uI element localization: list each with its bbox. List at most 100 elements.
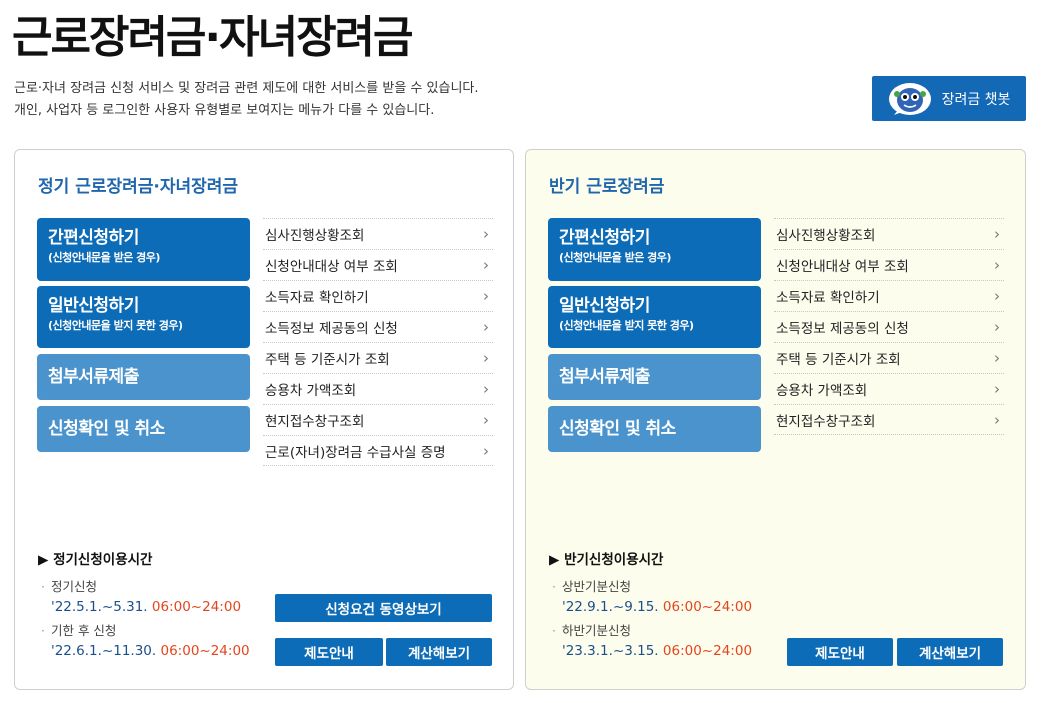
- general-apply-sublabel: (신청안내문을 받지 못한 경우): [48, 319, 183, 332]
- chevron-right-icon: ›: [483, 411, 489, 429]
- regular-incentive-panel: 정기 근로장려금·자녀장려금 간편신청하기 (신청안내문을 받은 경우) 일반신…: [14, 149, 514, 690]
- easy-apply-button[interactable]: 간편신청하기 (신청안내문을 받은 경우): [548, 218, 761, 281]
- semiannual-incentive-panel: 반기 근로장려금 간편신청하기 (신청안내문을 받은 경우) 일반신청하기 (신…: [525, 149, 1026, 690]
- confirm-cancel-label: 신청확인 및 취소: [559, 419, 676, 439]
- attach-docs-label: 첨부서류제출: [48, 367, 139, 387]
- link-receipt-certificate[interactable]: 근로(자녀)장려금 수급사실 증명 ›: [263, 435, 493, 466]
- calculate-button[interactable]: 계산해보기: [386, 638, 492, 666]
- bullet-icon: ·: [41, 579, 45, 594]
- triangle-right-icon: ▶: [549, 552, 565, 568]
- link-label: 소득자료 확인하기: [776, 290, 880, 306]
- usage-time: 06:00~24:00: [662, 643, 753, 659]
- chevron-right-icon: ›: [994, 349, 1000, 367]
- link-info-consent[interactable]: 소득정보 제공동의 신청 ›: [774, 311, 1004, 342]
- easy-apply-label: 간편신청하기: [48, 228, 139, 248]
- chevron-right-icon: ›: [483, 225, 489, 243]
- confirm-cancel-button[interactable]: 신청확인 및 취소: [37, 406, 250, 452]
- general-apply-label: 일반신청하기: [559, 296, 650, 316]
- bullet-icon: ·: [41, 623, 45, 638]
- chevron-right-icon: ›: [483, 441, 489, 460]
- link-car-value[interactable]: 승용차 가액조회 ›: [774, 373, 1004, 404]
- page: 근로장려금·자녀장려금 근로·자녀 장려금 신청 서비스 및 장려금 관련 제도…: [0, 0, 1043, 703]
- usage-time: 06:00~24:00: [662, 599, 753, 615]
- chatbot-label: 장려금 챗봇: [941, 91, 1011, 108]
- system-guide-button[interactable]: 제도안내: [275, 638, 383, 666]
- chevron-right-icon: ›: [994, 256, 1000, 274]
- usage-item: · 정기신청 '22.5.1.~5.31. 06:00~24:00: [41, 577, 241, 617]
- chevron-right-icon: ›: [483, 349, 489, 367]
- link-label: 소득정보 제공동의 신청: [265, 321, 398, 337]
- link-local-desk[interactable]: 현지접수창구조회 ›: [263, 404, 493, 435]
- triangle-right-icon: ▶: [38, 552, 54, 568]
- link-eligibility[interactable]: 신청안내대상 여부 조회 ›: [774, 249, 1004, 280]
- usage-label: 상반기분신청: [561, 579, 631, 594]
- chevron-right-icon: ›: [994, 410, 1000, 429]
- description-line-1: 근로·자녀 장려금 신청 서비스 및 장려금 관련 제도에 대한 서비스를 받을…: [14, 81, 479, 96]
- description-line-2: 개인, 사업자 등 로그인한 사용자 유형별로 보여지는 메뉴가 다를 수 있습…: [14, 103, 435, 118]
- attach-docs-button[interactable]: 첨부서류제출: [548, 354, 761, 400]
- calculate-button[interactable]: 계산해보기: [897, 638, 1003, 666]
- usage-time: 06:00~24:00: [160, 643, 250, 659]
- usage-time: 06:00~24:00: [151, 599, 242, 615]
- bullet-icon: ·: [552, 579, 556, 594]
- chatbot-mascot-icon: [888, 82, 931, 115]
- link-label: 현지접수창구조회: [265, 414, 365, 430]
- chevron-right-icon: ›: [994, 225, 1000, 243]
- link-label: 신청안내대상 여부 조회: [265, 259, 398, 275]
- usage-range: '23.3.1.~3.15.: [562, 643, 659, 659]
- easy-apply-button[interactable]: 간편신청하기 (신청안내문을 받은 경우): [37, 218, 250, 281]
- link-income-data[interactable]: 소득자료 확인하기 ›: [263, 280, 493, 311]
- usage-hours-label: 반기신청이용시간: [564, 552, 664, 568]
- link-review-status[interactable]: 심사진행상황조회 ›: [263, 218, 493, 249]
- easy-apply-sublabel: (신청안내문을 받은 경우): [559, 251, 671, 264]
- link-label: 심사진행상황조회: [776, 228, 876, 244]
- link-review-status[interactable]: 심사진행상황조회 ›: [774, 218, 1004, 249]
- link-info-consent[interactable]: 소득정보 제공동의 신청 ›: [263, 311, 493, 342]
- system-guide-button[interactable]: 제도안내: [787, 638, 893, 666]
- link-label: 소득정보 제공동의 신청: [776, 321, 909, 337]
- usage-range: '22.6.1.~11.30.: [51, 643, 157, 659]
- usage-range: '22.9.1.~9.15.: [562, 599, 659, 615]
- link-label: 현지접수창구조회: [776, 413, 876, 430]
- link-label: 근로(자녀)장려금 수급사실 증명: [265, 444, 446, 461]
- usage-hours-title: ▶ 정기신청이용시간: [38, 548, 152, 568]
- confirm-cancel-label: 신청확인 및 취소: [48, 419, 165, 439]
- panel-title: 정기 근로장려금·자녀장려금: [38, 177, 239, 197]
- link-label: 신청안내대상 여부 조회: [776, 259, 909, 275]
- chevron-right-icon: ›: [483, 318, 489, 336]
- chevron-right-icon: ›: [483, 256, 489, 274]
- page-description: 근로·자녀 장려금 신청 서비스 및 장려금 관련 제도에 대한 서비스를 받을…: [14, 78, 479, 122]
- service-link-list: 심사진행상황조회 › 신청안내대상 여부 조회 › 소득자료 확인하기 › 소득정보 …: [263, 218, 493, 466]
- general-apply-sublabel: (신청안내문을 받지 못한 경우): [559, 319, 694, 332]
- usage-item: · 기한 후 신청 '22.6.1.~11.30. 06:00~24:00: [41, 621, 250, 661]
- link-label: 주택 등 기준시가 조회: [776, 352, 901, 368]
- confirm-cancel-button[interactable]: 신청확인 및 취소: [548, 406, 761, 452]
- usage-label: 기한 후 신청: [50, 623, 117, 638]
- chevron-right-icon: ›: [483, 380, 489, 398]
- link-label: 승용차 가액조회: [776, 383, 868, 399]
- link-label: 승용차 가액조회: [265, 383, 357, 399]
- general-apply-button[interactable]: 일반신청하기 (신청안내문을 받지 못한 경우): [37, 286, 250, 348]
- link-label: 심사진행상황조회: [265, 228, 365, 244]
- panel-title: 반기 근로장려금: [549, 177, 665, 197]
- link-income-data[interactable]: 소득자료 확인하기 ›: [774, 280, 1004, 311]
- attach-docs-button[interactable]: 첨부서류제출: [37, 354, 250, 400]
- chatbot-button[interactable]: 장려금 챗봇: [872, 76, 1026, 121]
- general-apply-label: 일반신청하기: [48, 296, 139, 316]
- service-link-list: 심사진행상황조회 › 신청안내대상 여부 조회 › 소득자료 확인하기 › 소득정보 …: [774, 218, 1004, 435]
- requirements-video-button[interactable]: 신청요건 동영상보기: [275, 594, 492, 622]
- chevron-right-icon: ›: [994, 380, 1000, 398]
- chevron-right-icon: ›: [483, 287, 489, 305]
- link-housing-price[interactable]: 주택 등 기준시가 조회 ›: [263, 342, 493, 373]
- usage-item: · 하반기분신청 '23.3.1.~3.15. 06:00~24:00: [552, 621, 752, 661]
- link-eligibility[interactable]: 신청안내대상 여부 조회 ›: [263, 249, 493, 280]
- usage-label: 정기신청: [50, 579, 97, 594]
- general-apply-button[interactable]: 일반신청하기 (신청안내문을 받지 못한 경우): [548, 286, 761, 348]
- usage-item: · 상반기분신청 '22.9.1.~9.15. 06:00~24:00: [552, 577, 752, 617]
- link-local-desk[interactable]: 현지접수창구조회 ›: [774, 404, 1004, 435]
- link-housing-price[interactable]: 주택 등 기준시가 조회 ›: [774, 342, 1004, 373]
- usage-range: '22.5.1.~5.31.: [51, 599, 148, 615]
- link-car-value[interactable]: 승용차 가액조회 ›: [263, 373, 493, 404]
- page-title: 근로장려금·자녀장려금: [12, 12, 414, 63]
- attach-docs-label: 첨부서류제출: [559, 367, 650, 387]
